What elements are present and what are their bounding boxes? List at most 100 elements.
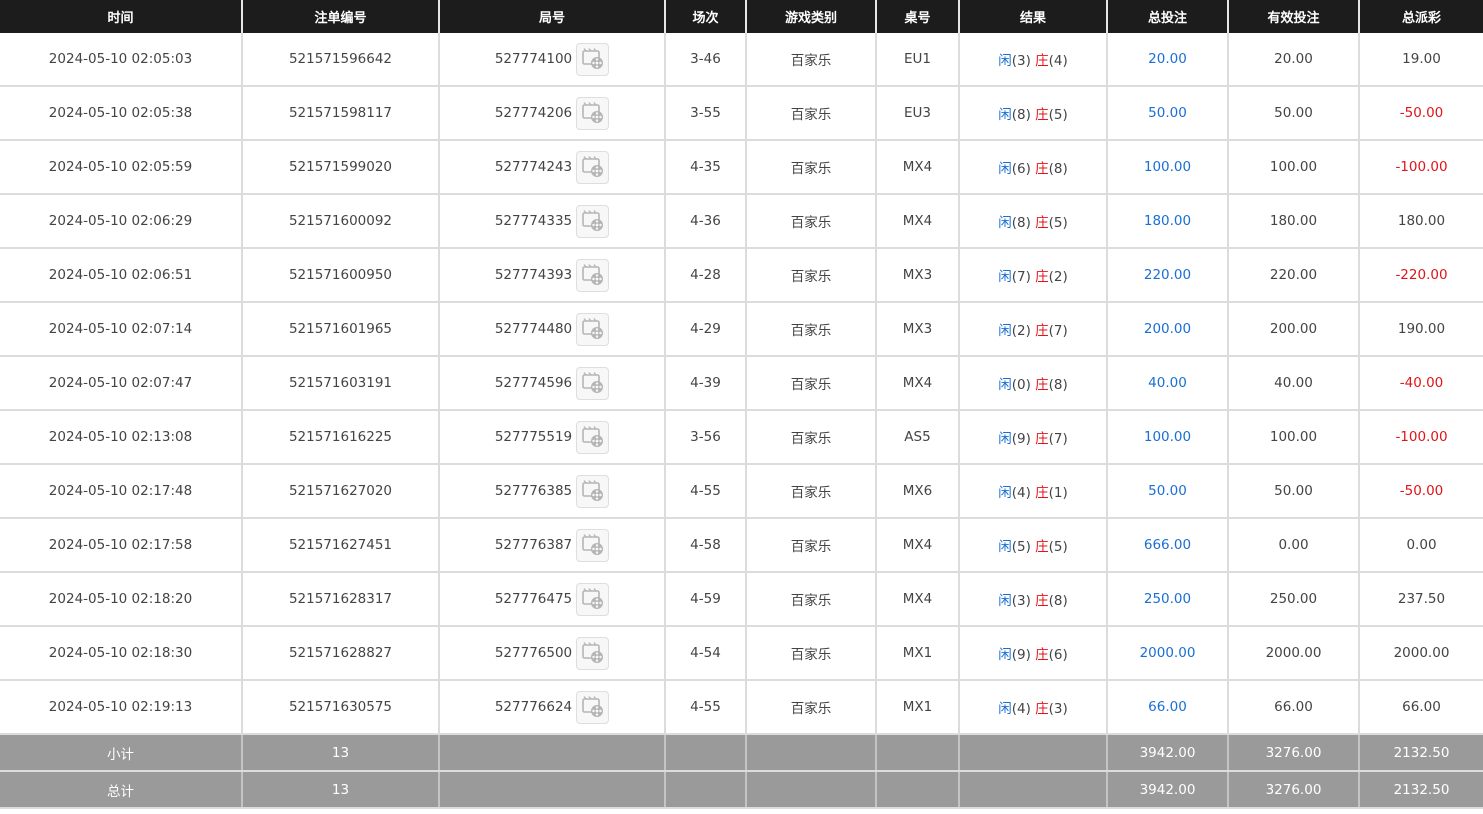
cell-result: 闲(7) 庄(2) [959,248,1108,303]
video-replay-button[interactable] [576,582,610,616]
cell-shoe: 4-55 [665,680,747,735]
cell-table: MX3 [876,302,960,357]
cell-total-bet: 50.00 [1107,464,1229,519]
banker-label: 庄 [1035,485,1049,501]
cell-table: MX3 [876,248,960,303]
video-replay-button[interactable] [576,366,610,400]
summary-payout: 2132.50 [1359,734,1483,772]
player-label: 闲 [998,485,1012,501]
cell-round: 527774480 [439,302,666,357]
video-replay-button[interactable] [576,204,610,238]
table-row: 2024-05-10 02:05:03 521571596642 5277741… [0,33,1483,87]
cell-shoe: 4-59 [665,572,747,627]
cell-table: MX1 [876,626,960,681]
cell-shoe: 4-35 [665,140,747,195]
cell-result: 闲(8) 庄(5) [959,194,1108,249]
cell-time: 2024-05-10 02:18:20 [0,572,243,627]
cell-game-type: 百家乐 [746,464,877,519]
cell-bet-id: 521571627451 [242,518,440,573]
cell-table: MX4 [876,518,960,573]
cell-valid-bet: 220.00 [1228,248,1360,303]
player-label: 闲 [998,647,1012,663]
cell-total-bet: 200.00 [1107,302,1229,357]
video-replay-button[interactable] [576,42,610,76]
cell-valid-bet: 2000.00 [1228,626,1360,681]
summary-row: 小计 13 3942.00 3276.00 2132.50 [0,734,1483,772]
cell-total-bet: 100.00 [1107,410,1229,465]
video-replay-button[interactable] [576,636,610,670]
banker-label: 庄 [1035,269,1049,285]
cell-bet-id: 521571627020 [242,464,440,519]
video-replay-button[interactable] [576,312,610,346]
banker-label: 庄 [1035,107,1049,123]
cell-bet-id: 521571600092 [242,194,440,249]
summary-empty [439,771,666,809]
cell-shoe: 4-58 [665,518,747,573]
table-row: 2024-05-10 02:18:30 521571628827 5277765… [0,626,1483,681]
cell-bet-id: 521571601965 [242,302,440,357]
cell-shoe: 4-54 [665,626,747,681]
cell-game-type: 百家乐 [746,518,877,573]
cell-table: MX4 [876,140,960,195]
cell-payout: 180.00 [1359,194,1483,249]
video-replay-icon [581,264,603,285]
cell-time: 2024-05-10 02:19:13 [0,680,243,735]
cell-table: MX4 [876,572,960,627]
summary-empty [876,771,960,809]
player-label: 闲 [998,107,1012,123]
cell-payout: 19.00 [1359,33,1483,87]
cell-shoe: 4-55 [665,464,747,519]
video-replay-icon [581,426,603,447]
video-replay-button[interactable] [576,150,610,184]
summary-valid-bet: 3276.00 [1228,734,1360,772]
cell-game-type: 百家乐 [746,33,877,87]
cell-bet-id: 521571603191 [242,356,440,411]
cell-payout: -40.00 [1359,356,1483,411]
cell-bet-id: 521571599020 [242,140,440,195]
cell-result: 闲(2) 庄(7) [959,302,1108,357]
cell-time: 2024-05-10 02:17:58 [0,518,243,573]
header-time: 时间 [0,0,243,33]
cell-valid-bet: 66.00 [1228,680,1360,735]
banker-label: 庄 [1035,161,1049,177]
video-replay-button[interactable] [576,420,610,454]
banker-label: 庄 [1035,431,1049,447]
video-replay-button[interactable] [576,474,610,508]
cell-valid-bet: 40.00 [1228,356,1360,411]
table-row: 2024-05-10 02:06:51 521571600950 5277743… [0,248,1483,303]
table-row: 2024-05-10 02:06:29 521571600092 5277743… [0,194,1483,249]
player-score: (9) [1011,647,1031,663]
cell-payout: -50.00 [1359,86,1483,141]
player-score: (7) [1011,269,1031,285]
cell-payout: 237.50 [1359,572,1483,627]
cell-round: 527774100 [439,33,666,87]
cell-valid-bet: 20.00 [1228,33,1360,87]
cell-shoe: 3-55 [665,86,747,141]
video-replay-button[interactable] [576,690,610,724]
banker-label: 庄 [1035,701,1049,717]
video-replay-icon [581,696,603,717]
video-replay-button[interactable] [576,96,610,130]
cell-total-bet: 20.00 [1107,33,1229,87]
player-score: (5) [1011,539,1031,555]
banker-score: (8) [1048,161,1068,177]
cell-payout: -100.00 [1359,410,1483,465]
cell-time: 2024-05-10 02:07:47 [0,356,243,411]
banker-score: (5) [1048,107,1068,123]
video-replay-button[interactable] [576,528,610,562]
cell-time: 2024-05-10 02:05:03 [0,33,243,87]
banker-score: (2) [1048,269,1068,285]
cell-table: MX4 [876,194,960,249]
cell-total-bet: 40.00 [1107,356,1229,411]
banker-score: (3) [1048,701,1068,717]
summary-label: 总计 [0,771,243,809]
header-shoe: 场次 [665,0,747,33]
summary-empty [746,771,877,809]
summary-count: 13 [242,771,440,809]
video-replay-icon [581,318,603,339]
player-score: (3) [1011,593,1031,609]
cell-result: 闲(8) 庄(5) [959,86,1108,141]
cell-game-type: 百家乐 [746,626,877,681]
video-replay-button[interactable] [576,258,610,292]
table-row: 2024-05-10 02:13:08 521571616225 5277755… [0,410,1483,465]
